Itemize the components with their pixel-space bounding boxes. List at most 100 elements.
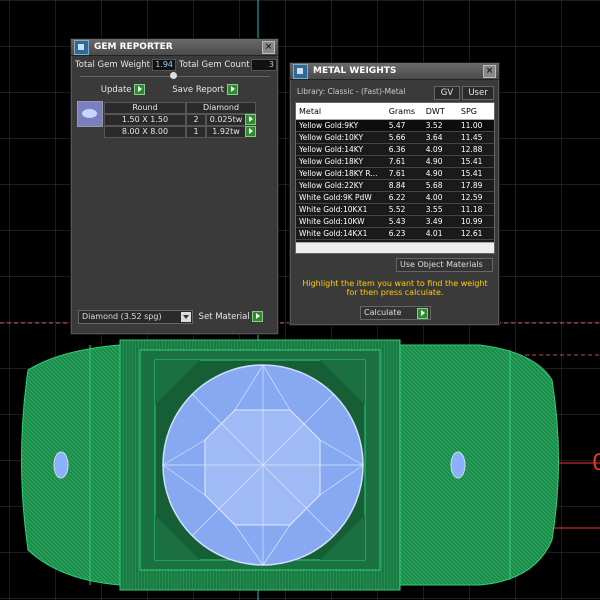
table-cell: 6.23 [388, 229, 406, 238]
table-row-size: 1.50 X 1.50 [104, 114, 186, 126]
instruction-line: Highlight the item you want to find the … [302, 279, 488, 288]
total-gem-weight-field: 1.94 [152, 59, 176, 71]
metal-weights-icon [293, 63, 308, 79]
table-cell: White Gold:9K PdW [299, 193, 372, 202]
update-label: Update [100, 85, 132, 95]
table-header-shape: Round [104, 102, 186, 114]
metal-list[interactable]: Metal Grams DWT SPG Yellow Gold:9KY 5.47 3… [295, 102, 495, 254]
update-button[interactable]: Update [98, 84, 148, 96]
table-row-weight: 1.92tw [206, 126, 246, 138]
table-row[interactable]: Yellow Gold:22KY 8.84 5.68 17.89 [296, 180, 494, 192]
gem-reporter-icon [74, 39, 89, 55]
material-select[interactable]: Diamond (3.52 spg) [78, 310, 193, 324]
table-cell: 10.99 [460, 217, 483, 226]
slider-handle[interactable] [170, 72, 177, 79]
table-header-type: Diamond [186, 102, 256, 114]
table-row-size: 8.00 X 8.00 [104, 126, 186, 138]
table-cell: 7.61 [388, 157, 406, 166]
column-header[interactable]: Grams [387, 107, 424, 116]
side-gem[interactable] [450, 451, 466, 479]
table-cell: 6.36 [388, 145, 406, 154]
table-cell: 11.45 [460, 133, 483, 142]
table-cell: Yellow Gold:18KY [299, 157, 364, 166]
gem-thumbnail [77, 101, 103, 127]
set-material-button[interactable]: Set Material [196, 311, 266, 323]
horizontal-scrollbar[interactable] [296, 242, 494, 253]
chevron-down-icon [181, 312, 191, 322]
go-icon [252, 311, 264, 322]
material-select-value: Diamond (3.52 spg) [82, 312, 162, 321]
table-cell: 12.61 [460, 229, 483, 238]
calculate-button[interactable]: Calculate [360, 306, 431, 320]
metal-weights-titlebar[interactable]: METAL WEIGHTS × [290, 63, 499, 80]
table-cell: 4.90 [425, 169, 443, 178]
table-row-count: 1 [186, 126, 206, 138]
gv-toggle[interactable]: GV [434, 86, 460, 100]
column-header[interactable]: Metal [296, 107, 387, 116]
table-cell: White Gold:14KX1 [299, 229, 368, 238]
table-cell: 11.18 [460, 205, 483, 214]
table-cell: 5.47 [388, 121, 406, 130]
table-cell: 4.01 [425, 229, 443, 238]
table-cell: 8.84 [388, 181, 406, 190]
set-material-label: Set Material [198, 312, 250, 322]
gem-reporter-titlebar[interactable]: GEM REPORTER × [71, 39, 278, 56]
side-gem[interactable] [53, 451, 69, 479]
user-toggle[interactable]: User [462, 86, 494, 100]
go-icon [226, 84, 238, 95]
use-object-materials-label: Use Object Materials [400, 260, 483, 269]
table-cell: 15.41 [460, 157, 483, 166]
table-cell: 5.68 [425, 181, 443, 190]
table-cell: 6.22 [388, 193, 406, 202]
table-row[interactable]: Yellow Gold:18KY 7.61 4.90 15.41 [296, 156, 494, 168]
table-cell: Yellow Gold:22KY [299, 181, 364, 190]
table-cell: 3.49 [425, 217, 443, 226]
column-header[interactable]: SPG [459, 107, 494, 116]
close-icon[interactable]: × [483, 64, 496, 78]
table-cell: Yellow Gold:14KY [299, 145, 364, 154]
go-icon [134, 84, 146, 95]
gem-reporter-panel: GEM REPORTER × [70, 38, 279, 335]
instruction-text: Highlight the item you want to find the … [295, 279, 495, 297]
metal-rows: Yellow Gold:9KY 5.47 3.52 11.00 Yellow Gold:… [296, 120, 494, 252]
go-icon [417, 308, 428, 319]
table-row[interactable]: Yellow Gold:10KY 5.66 3.64 11.45 [296, 132, 494, 144]
total-gem-weight-label: Total Gem Weight [75, 60, 150, 70]
table-row[interactable]: Yellow Gold:9KY 5.47 3.52 11.00 [296, 120, 494, 132]
table-cell: 4.00 [425, 193, 443, 202]
user-label: User [468, 88, 488, 98]
row-go-icon[interactable] [245, 114, 256, 125]
library-label: Library: Classic - (Fast)-Metal [297, 87, 406, 96]
table-cell: 12.88 [460, 145, 483, 154]
row-go-icon[interactable] [245, 126, 256, 137]
table-cell: 12.59 [460, 193, 483, 202]
table-row[interactable]: White Gold:10KX1 5.52 3.55 11.18 [296, 204, 494, 216]
column-header[interactable]: DWT [424, 107, 459, 116]
table-cell: White Gold:10KX1 [299, 205, 368, 214]
table-cell: 3.64 [425, 133, 443, 142]
table-cell: 17.89 [460, 181, 483, 190]
table-row[interactable]: Yellow Gold:14KY 6.36 4.09 12.88 [296, 144, 494, 156]
table-row[interactable]: White Gold:9K PdW 6.22 4.00 12.59 [296, 192, 494, 204]
close-icon[interactable]: × [262, 40, 275, 54]
table-cell: White Gold:10KW [299, 217, 365, 226]
table-row[interactable]: White Gold:10KW 5.43 3.49 10.99 [296, 216, 494, 228]
table-cell: 7.61 [388, 169, 406, 178]
table-row[interactable]: Yellow Gold:18KY R... 7.61 4.90 15.41 [296, 168, 494, 180]
gv-label: GV [440, 88, 454, 98]
table-cell: 5.66 [388, 133, 406, 142]
table-cell: 4.09 [425, 145, 443, 154]
table-cell: 5.52 [388, 205, 406, 214]
table-cell: Yellow Gold:9KY [299, 121, 359, 130]
table-cell: Yellow Gold:18KY R... [299, 169, 378, 178]
table-row[interactable]: White Gold:14KX1 6.23 4.01 12.61 [296, 228, 494, 240]
table-cell: 3.52 [425, 121, 443, 130]
save-report-button[interactable]: Save Report [160, 84, 250, 96]
save-report-label: Save Report [172, 85, 225, 95]
total-gem-count-label: Total Gem Count [179, 60, 250, 70]
use-object-materials-toggle[interactable]: Use Object Materials [396, 258, 493, 272]
side-text: 0 1 [592, 451, 600, 476]
calculate-label: Calculate [364, 308, 402, 317]
table-cell: 15.41 [460, 169, 483, 178]
table-cell: 5.43 [388, 217, 406, 226]
